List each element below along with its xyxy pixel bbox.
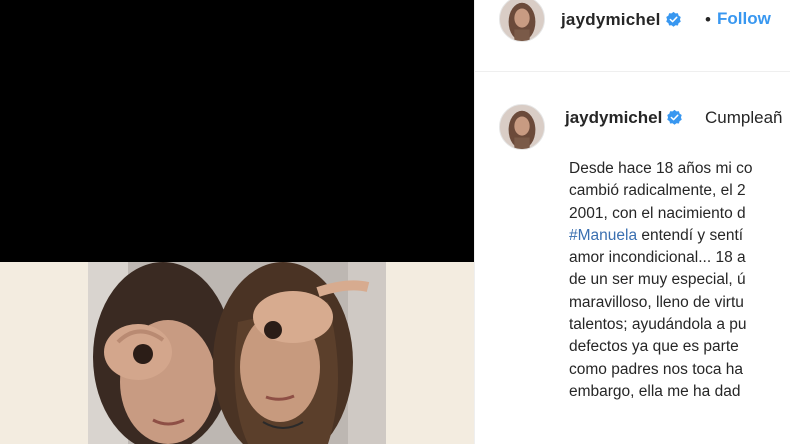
post-username[interactable]: jaydymichel (561, 10, 682, 30)
verified-badge-icon (665, 11, 682, 28)
caption-first-line: Cumpleañ (705, 108, 783, 127)
profile-picture-icon (500, 0, 544, 41)
caption-username[interactable]: jaydymichel (565, 108, 683, 128)
caption-line: 2001, con el nacimiento d (569, 204, 746, 222)
caption-line-rest: entendí y sentí (637, 226, 744, 244)
caption-line: defectos ya que es parte (569, 338, 739, 356)
caption-header: jaydymichel Cumpleañ (475, 98, 790, 150)
verified-badge-icon (666, 109, 683, 126)
post-media[interactable] (0, 0, 474, 444)
post-photo[interactable] (88, 262, 386, 444)
post-header: jaydymichel • Follow (475, 0, 790, 72)
caption-line: embargo, ella me ha dad (569, 382, 741, 400)
selfie-photo-illustration (88, 262, 386, 444)
caption-avatar[interactable] (499, 104, 545, 150)
caption-line: Desde hace 18 años mi co (569, 160, 753, 177)
separator-dot: • (705, 10, 711, 29)
caption-username-text[interactable]: jaydymichel (565, 108, 662, 127)
profile-picture-icon (500, 105, 544, 149)
caption-line: de un ser muy especial, ú (569, 271, 746, 289)
avatar[interactable] (499, 0, 545, 42)
caption-text: Desde hace 18 años mi co cambió radicalm… (569, 158, 790, 403)
caption-line: maravilloso, lleno de virtu (569, 293, 744, 311)
follow-button[interactable]: Follow (717, 9, 771, 29)
hashtag-link[interactable]: #Manuela (569, 227, 637, 244)
caption-line: como padres nos toca ha (569, 360, 744, 378)
caption-line-hashtag: #Manuela entendí y sentí (569, 225, 790, 247)
caption-line: amor incondicional... 18 a (569, 249, 746, 267)
caption-line: talentos; ayudándola a pu (569, 316, 747, 334)
post-details-panel: jaydymichel • Follow jaydymichel Cumplea… (475, 0, 790, 444)
caption-line: cambió radicalmente, el 2 (569, 182, 746, 200)
media-letterbox (0, 0, 474, 262)
username-text[interactable]: jaydymichel (561, 10, 661, 29)
